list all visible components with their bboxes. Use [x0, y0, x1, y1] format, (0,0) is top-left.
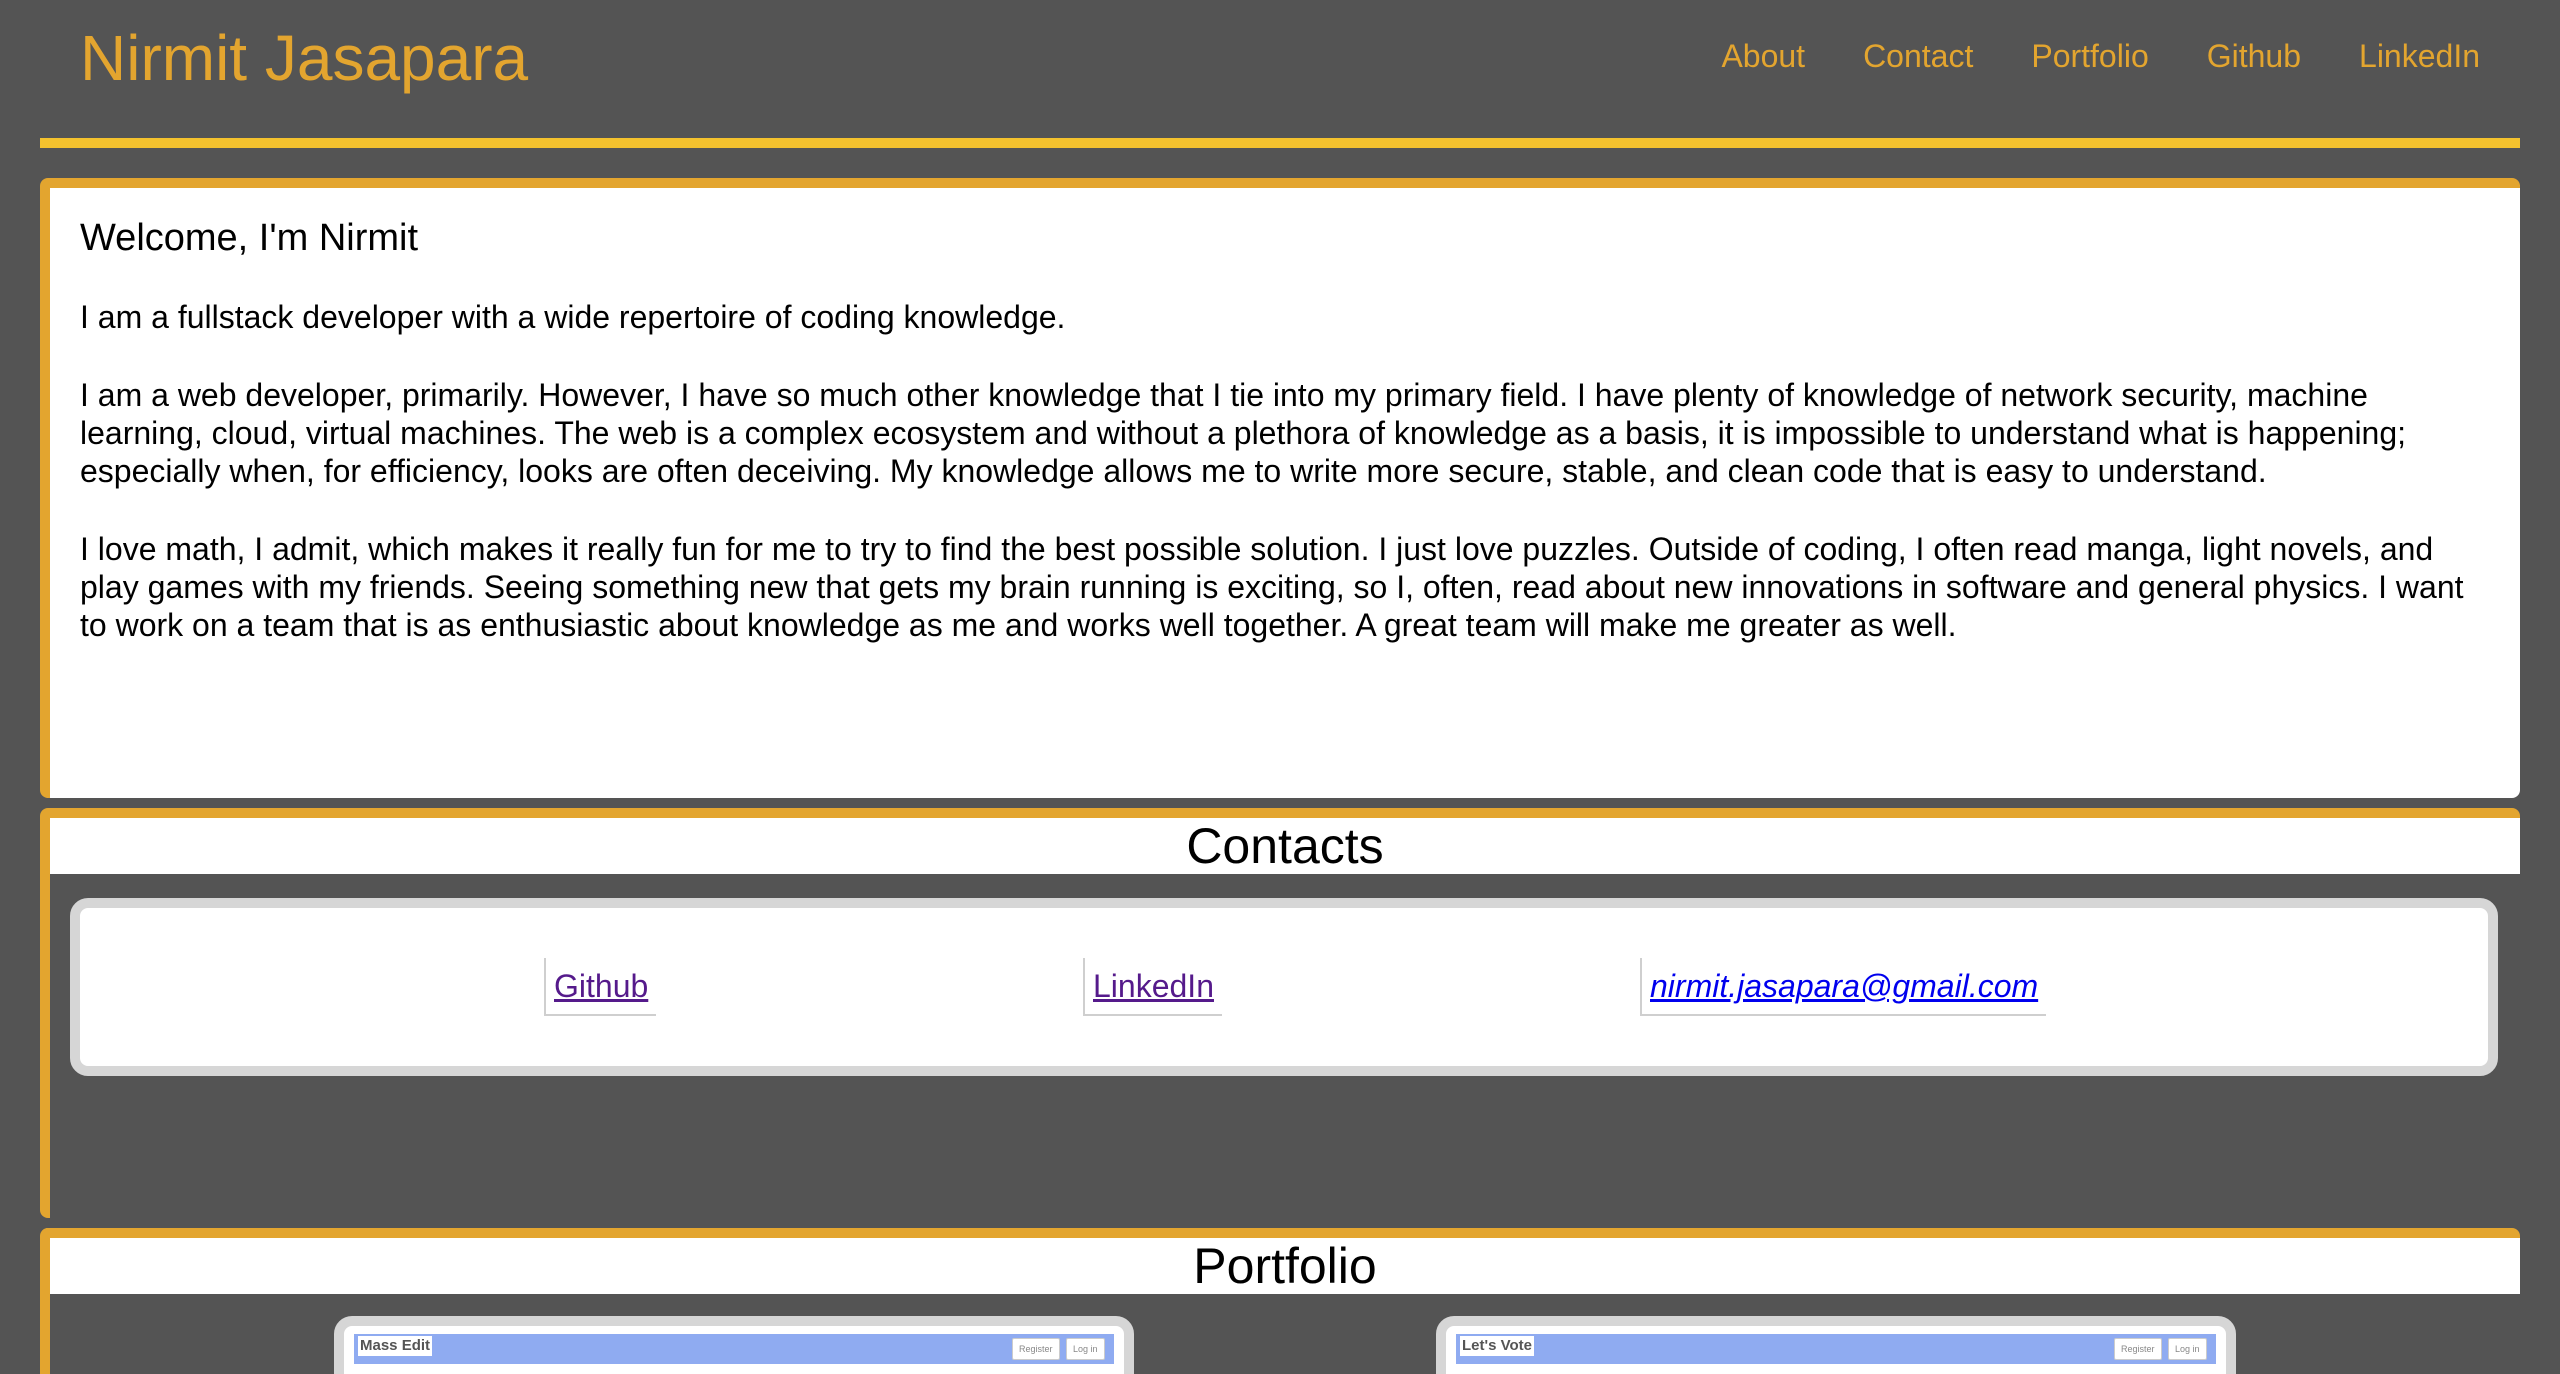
- contact-email-link[interactable]: nirmit.jasapara@gmail.com: [1640, 958, 2047, 1016]
- thumb-title: Let's Vote: [1460, 1336, 1534, 1356]
- header-divider: [40, 138, 2520, 148]
- portfolio-section: Portfolio Mass Edit Register Log in Let'…: [40, 1228, 2520, 1374]
- contacts-section: Contacts Github LinkedIn nirmit.jasapara…: [40, 808, 2520, 1218]
- nav-contact-link[interactable]: Contact: [1863, 30, 1973, 82]
- main-nav: About Contact Portfolio Github LinkedIn: [1721, 30, 2480, 82]
- contacts-title: Contacts: [50, 818, 2520, 874]
- thumb-title: Mass Edit: [358, 1336, 433, 1356]
- portfolio-item-mass-edit[interactable]: Mass Edit Register Log in: [334, 1316, 1134, 1374]
- site-header: Nirmit Jasapara About Contact Portfolio …: [40, 0, 2520, 150]
- nav-portfolio-link[interactable]: Portfolio: [2031, 30, 2148, 82]
- thumb-navbar: [1456, 1334, 2216, 1364]
- nav-about-link[interactable]: About: [1721, 30, 1805, 82]
- contact-linkedin-link[interactable]: LinkedIn: [1083, 958, 1222, 1016]
- brand-title[interactable]: Nirmit Jasapara: [80, 18, 528, 98]
- portfolio-item-lets-vote[interactable]: Let's Vote Register Log in: [1436, 1316, 2236, 1374]
- about-paragraph-interests: I love math, I admit, which makes it rea…: [80, 531, 2464, 643]
- contacts-card: Github LinkedIn nirmit.jasapara@gmail.co…: [70, 898, 2498, 1076]
- about-paragraph-skills: I am a web developer, primarily. However…: [80, 377, 2407, 489]
- nav-github-link[interactable]: Github: [2207, 30, 2301, 82]
- thumb-register-button: Register: [2114, 1338, 2162, 1360]
- about-paragraph-intro: I am a fullstack developer with a wide r…: [80, 299, 1066, 335]
- thumb-navbar: [354, 1334, 1114, 1364]
- about-heading: Welcome, I'm Nirmit: [80, 217, 419, 259]
- portfolio-title: Portfolio: [50, 1238, 2520, 1294]
- thumb-register-button: Register: [1012, 1338, 1060, 1360]
- nav-linkedin-link[interactable]: LinkedIn: [2359, 30, 2480, 82]
- thumb-login-button: Log in: [2168, 1338, 2207, 1360]
- contact-github-link[interactable]: Github: [544, 958, 657, 1016]
- about-section: Welcome, I'm Nirmit I am a fullstack dev…: [40, 178, 2520, 798]
- thumb-login-button: Log in: [1066, 1338, 1105, 1360]
- page: Nirmit Jasapara About Contact Portfolio …: [0, 0, 2560, 1374]
